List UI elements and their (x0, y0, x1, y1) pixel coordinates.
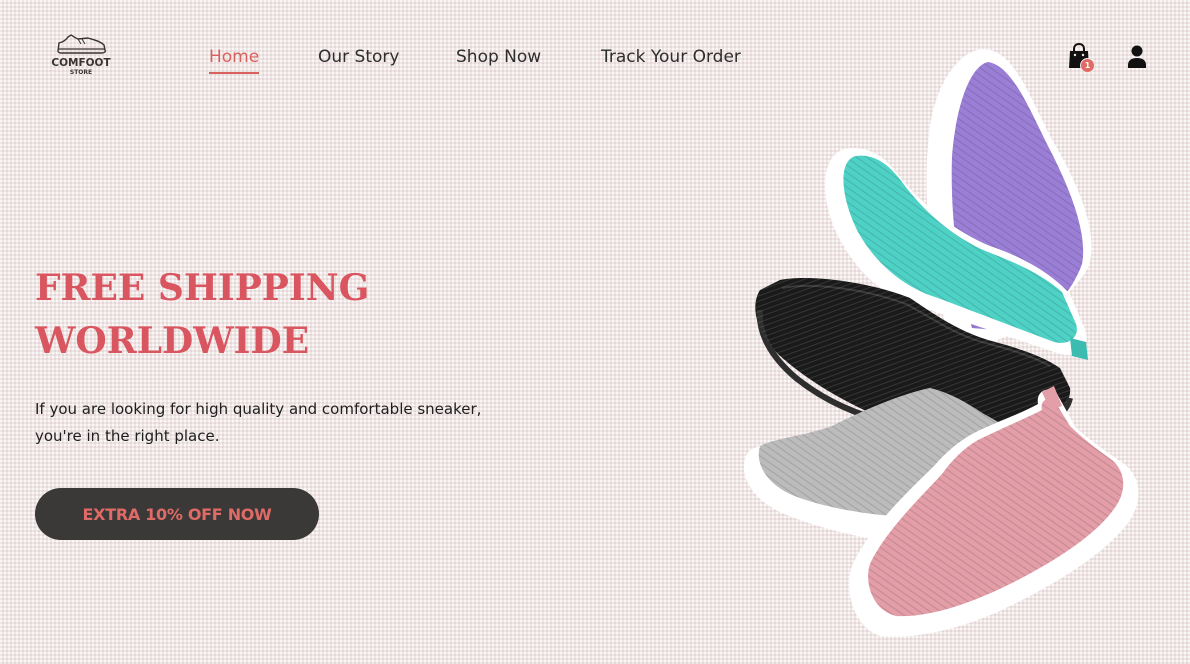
hero-description-line-1: If you are looking for high quality and … (35, 400, 482, 418)
nav-item-home[interactable]: Home (209, 47, 260, 74)
hero-description-line-2: you're in the right place. (35, 427, 220, 445)
hero-title: FREE SHIPPING WORLDWIDE (35, 262, 455, 368)
nav-item-label: Home (209, 47, 260, 67)
logo-name: COMFOOT (51, 57, 111, 69)
hero-description: If you are looking for high quality and … (35, 396, 525, 450)
store-logo[interactable]: COMFOOT STORE (50, 32, 112, 84)
cta-label: EXTRA 10% OFF NOW (82, 504, 272, 524)
active-nav-underline (209, 72, 260, 74)
nav-item-label: Our Story (318, 47, 400, 67)
hero-sneakers-image (743, 49, 1139, 637)
hero-title-line-1: FREE SHIPPING (35, 267, 370, 309)
nav-item-our-story[interactable]: Our Story (318, 47, 399, 67)
logo-subtitle: STORE (69, 69, 93, 76)
extra-discount-button[interactable]: EXTRA 10% OFF NOW (35, 488, 319, 540)
nav-item-label: Shop Now (456, 47, 542, 67)
hero-title-line-2: WORLDWIDE (35, 320, 310, 362)
sneaker-outline-icon (57, 34, 106, 54)
nav-item-shop-now[interactable]: Shop Now (456, 47, 541, 67)
